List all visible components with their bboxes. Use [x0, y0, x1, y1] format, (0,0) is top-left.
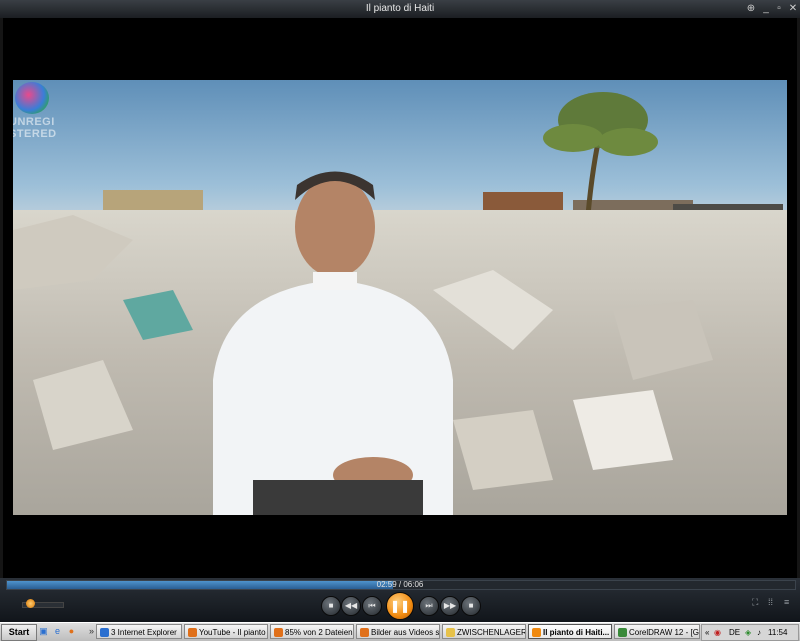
next-button[interactable]: ⏭ [419, 596, 439, 616]
taskbar-item[interactable]: Bilder aus Videos sc... [356, 624, 440, 639]
ie-icon[interactable]: e [52, 626, 63, 637]
desktop-icon[interactable]: ▣ [38, 626, 49, 637]
taskbar-item[interactable]: Il pianto di Haiti... [528, 624, 612, 639]
start-label: Start [8, 627, 30, 637]
taskbar-item-label: 85% von 2 Dateien... [285, 628, 354, 637]
expand-icon[interactable]: ⊕ [744, 2, 758, 15]
video-display[interactable]: UNREGI STERED [13, 80, 787, 515]
tray-volume-icon[interactable]: ♪ [757, 625, 761, 640]
clock: 11:54 [768, 628, 788, 637]
tray-app-icon[interactable]: ◉ [714, 625, 721, 640]
close-button[interactable]: ✕ [786, 2, 800, 15]
taskbar-item[interactable]: CorelDRAW 12 - [Gr... [614, 624, 700, 639]
system-tray: « ◉ DE ◈ ♪ 11:54 [701, 624, 799, 641]
taskbar-item-label: YouTube - Il pianto ... [199, 628, 268, 637]
taskbar-item-label: CorelDRAW 12 - [Gr... [629, 628, 700, 637]
transport-controls: ■ ◀◀ ⏮ ❚❚ ⏭ ▶▶ ■ [0, 591, 800, 620]
ie-icon [100, 628, 109, 637]
taskbar-item[interactable]: 85% von 2 Dateien... [270, 624, 354, 639]
time-display: 02:59 / 06:06 [376, 580, 424, 589]
equalizer-icon[interactable]: ⁞⁞ [768, 597, 773, 607]
firefox-icon [188, 628, 197, 637]
taskbar-item-label: 3 Internet Explorer [111, 628, 177, 637]
taskbar-item-label: Bilder aus Videos sc... [371, 628, 440, 637]
rubble-detail [13, 171, 713, 515]
taskbar: Start ▣ e ● » 3 Internet Explorer YouTube… [0, 622, 800, 641]
taskbar-item-label: ZWISCHENLAGER [457, 628, 526, 637]
window-title: Il pianto di Haiti [365, 3, 435, 14]
rewind-button[interactable]: ◀◀ [341, 596, 361, 616]
taskbar-item-label: Il pianto di Haiti... [543, 628, 610, 637]
logo-icon [15, 82, 49, 114]
volume-knob[interactable] [26, 599, 35, 608]
fullscreen-icon[interactable]: ⛶ [752, 597, 758, 608]
firefox-icon[interactable]: ● [66, 626, 77, 637]
maximize-button[interactable]: ▫ [772, 2, 786, 15]
previous-button[interactable]: ⏮ [362, 596, 382, 616]
taskbar-item[interactable]: ZWISCHENLAGER [442, 624, 526, 639]
pause-button[interactable]: ❚❚ [386, 592, 414, 620]
stop-button[interactable]: ■ [321, 596, 341, 616]
fast-forward-button[interactable]: ▶▶ [440, 596, 460, 616]
minimize-button[interactable]: _ [759, 2, 773, 15]
taskbar-item[interactable]: 3 Internet Explorer [96, 624, 182, 639]
watermark-logo: UNREGI STERED [13, 82, 75, 142]
tray-language[interactable]: DE [729, 625, 740, 640]
title-bar: Il pianto di Haiti ⊕ _ ▫ ✕ [0, 0, 800, 19]
firefox-icon [360, 628, 369, 637]
tray-network-icon[interactable]: ◈ [745, 625, 751, 640]
tray-expand-icon[interactable]: « [705, 625, 709, 640]
player-icon [532, 628, 541, 637]
eject-button[interactable]: ■ [461, 596, 481, 616]
start-button[interactable]: Start [1, 624, 37, 641]
firefox-icon [274, 628, 283, 637]
watermark-text: UNREGI STERED [13, 116, 57, 140]
taskbar-item[interactable]: YouTube - Il pianto ... [184, 624, 268, 639]
menu-icon[interactable]: ≡ [784, 597, 789, 607]
coreldraw-icon [618, 628, 627, 637]
folder-icon [446, 628, 455, 637]
